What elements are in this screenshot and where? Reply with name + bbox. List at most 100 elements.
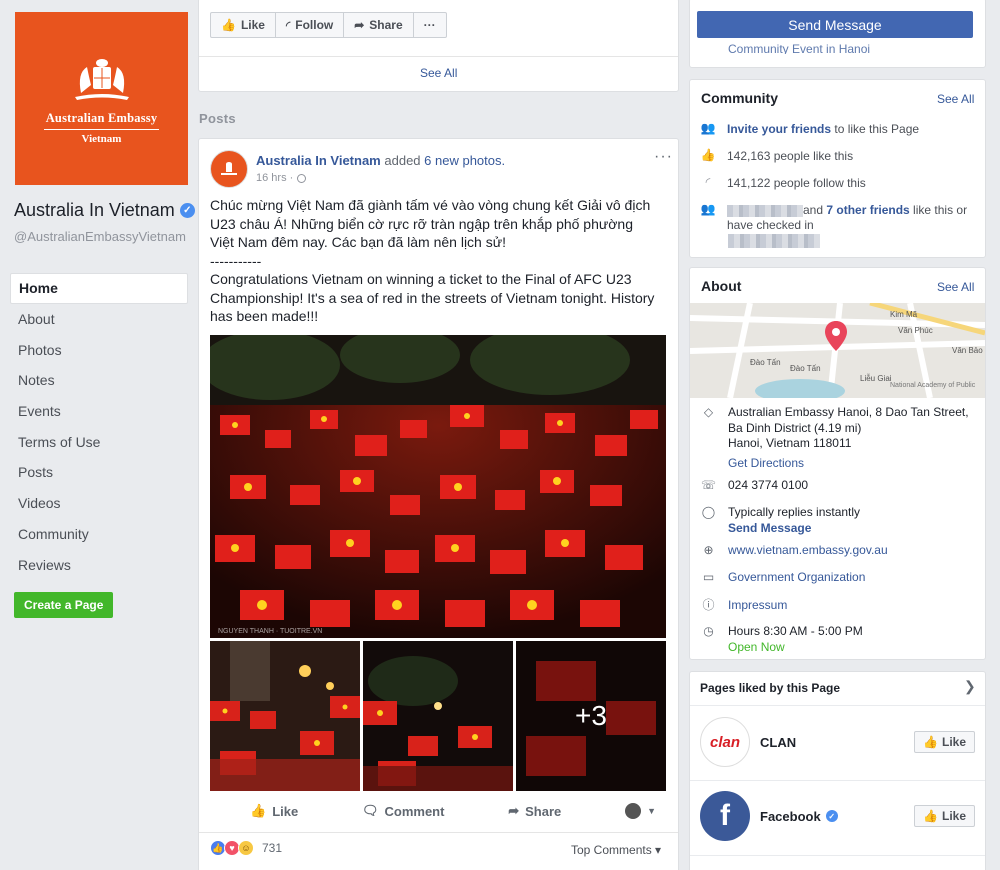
divider xyxy=(199,832,678,833)
post-photo-4-more[interactable]: +3 xyxy=(516,641,666,791)
more-photos-overlay[interactable]: +3 xyxy=(516,641,666,791)
profile-thumb-icon xyxy=(625,803,642,819)
post-like-label: Like xyxy=(272,803,299,819)
divider xyxy=(690,780,985,781)
post-verb: added xyxy=(384,153,421,168)
nav-item-videos[interactable]: Videos xyxy=(10,488,188,519)
haha-reaction-icon: ☺ xyxy=(238,840,254,856)
like-label: Like xyxy=(941,735,966,749)
category-link[interactable]: Government Organization xyxy=(728,570,865,586)
post-main-photo[interactable]: NGUYEN THANH · TUOITRE.VN xyxy=(210,335,666,638)
nav-item-events[interactable]: Events xyxy=(10,396,188,427)
divider xyxy=(690,855,985,856)
facebook-logo[interactable]: f xyxy=(700,791,750,841)
globe-icon xyxy=(297,173,307,183)
post-author-link[interactable]: Australia In Vietnam xyxy=(256,153,381,168)
people-icon: 👥 xyxy=(700,121,716,135)
nav-item-terms[interactable]: Terms of Use xyxy=(10,426,188,457)
clan-logo-text: clan xyxy=(709,733,740,751)
post-photo-2[interactable] xyxy=(210,641,360,791)
map-pin-icon xyxy=(825,321,847,351)
create-page-button[interactable]: Create a Page xyxy=(14,592,114,618)
info-icon: ⓘ xyxy=(702,597,715,612)
send-message-button[interactable]: Send Message xyxy=(697,11,973,38)
mini-crest-icon xyxy=(221,162,237,175)
website-link[interactable]: www.vietnam.embassy.gov.au xyxy=(728,543,888,559)
like-page-button[interactable]: 👍 Like xyxy=(211,13,276,37)
reactions-summary[interactable]: 👍 ♥ ☺ 731 xyxy=(210,840,282,856)
phone-icon: ☏ xyxy=(701,477,717,492)
location-map[interactable]: Đào Tấn Đào Tấn Kim Mã Văn Phúc Liễu Gia… xyxy=(690,303,985,398)
thumbs-up-icon: 👍 xyxy=(923,809,938,823)
page-title[interactable]: Australia In Vietnam ✓ xyxy=(14,200,195,221)
other-friends-link[interactable]: 7 other friends xyxy=(826,203,909,217)
post-options-button[interactable]: ··· xyxy=(654,148,673,166)
coat-of-arms-icon xyxy=(74,58,129,100)
chevron-down-icon: ▼ xyxy=(647,806,656,816)
about-send-message-link[interactable]: Send Message xyxy=(728,521,860,537)
nav-item-photos[interactable]: Photos xyxy=(10,334,188,365)
see-all-link[interactable]: See All xyxy=(420,66,457,80)
reply-speed-text: Typically replies instantly xyxy=(728,505,861,519)
like-page-button[interactable]: 👍 Like xyxy=(914,805,975,827)
invite-friends-row: 👥 Invite your friends to like this Page xyxy=(700,121,920,136)
more-options-button[interactable]: ··· xyxy=(414,13,446,37)
about-see-all-link[interactable]: See All xyxy=(937,280,974,294)
nav-item-reviews[interactable]: Reviews xyxy=(10,549,188,580)
liked-page-name-text: Facebook xyxy=(760,808,821,824)
post-photos-link[interactable]: 6 new photos. xyxy=(424,153,505,168)
share-label: Share xyxy=(369,18,403,32)
share-arrow-icon: ➦ xyxy=(508,803,520,818)
posts-section-heading: Posts xyxy=(199,111,236,126)
post-comment-button[interactable]: 🗨 Comment xyxy=(362,803,444,819)
thumbs-up-icon: 👍 xyxy=(700,148,716,162)
nav-item-posts[interactable]: Posts xyxy=(10,457,188,488)
post-author-avatar[interactable] xyxy=(210,150,248,188)
liked-page-name[interactable]: Facebook ✓ xyxy=(760,809,914,824)
phone-number[interactable]: 024 3774 0100 xyxy=(728,478,808,494)
share-page-button[interactable]: ➦ Share xyxy=(344,13,414,37)
post-photo-3[interactable] xyxy=(363,641,513,791)
blurred-avatars xyxy=(728,233,820,248)
liked-page-name[interactable]: CLAN xyxy=(760,735,914,750)
clan-logo[interactable]: clan xyxy=(700,717,750,767)
chevron-right-icon[interactable]: ❯ xyxy=(964,678,976,695)
invite-friends-link[interactable]: Invite your friends xyxy=(727,122,831,136)
likes-row: 👍 142,163 people like this xyxy=(700,148,854,163)
post-like-button[interactable]: 👍 Like xyxy=(250,803,298,819)
nav-item-community[interactable]: Community xyxy=(10,519,188,550)
checked-in-text: have checked in xyxy=(727,218,814,232)
top-comments-dropdown[interactable]: Top Comments ▾ xyxy=(571,843,661,857)
thumbs-up-icon: 👍 xyxy=(923,735,938,749)
follows-count-text: 141,122 people follow this xyxy=(727,176,866,190)
impressum-link[interactable]: Impressum xyxy=(728,598,787,614)
get-directions-link[interactable]: Get Directions xyxy=(728,456,969,472)
map-poi-label: National Academy of Public xyxy=(890,382,976,389)
divider xyxy=(199,56,678,57)
nav-item-about[interactable]: About xyxy=(10,304,188,335)
logo-title: Australian Embassy xyxy=(45,110,158,125)
community-title: Community xyxy=(701,90,778,106)
like-label: Like xyxy=(941,809,966,823)
post-as-selector[interactable]: ▼ xyxy=(625,803,656,819)
page-profile-logo[interactable]: Australian Embassy Vietnam xyxy=(15,12,188,185)
like-page-button[interactable]: 👍 Like xyxy=(914,731,975,753)
map-street-label: Văn Phúc xyxy=(898,326,933,335)
follow-button[interactable]: ◜ Follow xyxy=(276,13,345,37)
page-action-bar: 👍 Like ◜ Follow ➦ Share ··· xyxy=(210,12,447,38)
community-event-link[interactable]: Community Event in Hanoi xyxy=(728,42,870,54)
nav-item-notes[interactable]: Notes xyxy=(10,365,188,396)
thumbs-up-outline-icon: 👍 xyxy=(250,803,267,818)
post-share-button[interactable]: ➦ Share xyxy=(508,803,561,819)
address-row: ◇ Australian Embassy Hanoi, 8 Dao Tan St… xyxy=(701,405,969,471)
photo-credit: NGUYEN THANH · TUOITRE.VN xyxy=(218,628,322,635)
post-comment-label: Comment xyxy=(384,803,445,819)
nav-item-home[interactable]: Home xyxy=(10,273,188,304)
community-see-all-link[interactable]: See All xyxy=(937,92,974,106)
page-handle[interactable]: @AustralianEmbassyVietnam xyxy=(14,229,189,244)
post-timestamp[interactable]: 16 hrs · xyxy=(256,172,307,184)
impressum-row: ⓘ Impressum xyxy=(701,598,787,614)
invite-rest: to like this Page xyxy=(831,122,920,136)
about-title: About xyxy=(701,278,742,294)
comment-bubble-icon: 🗨 xyxy=(361,803,379,818)
